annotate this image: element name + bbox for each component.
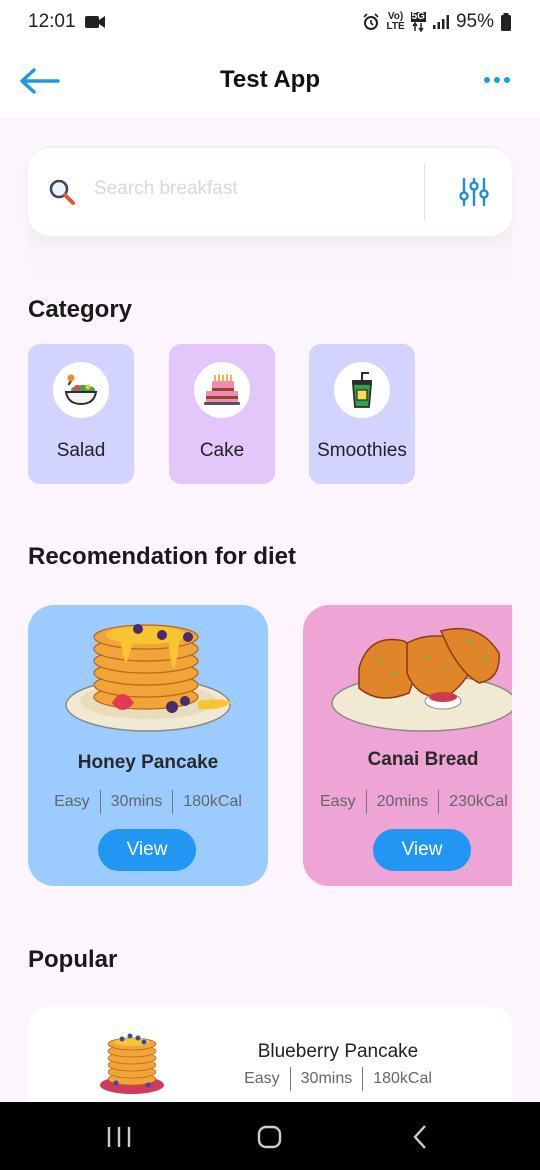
view-button[interactable]: View (373, 829, 471, 871)
status-bar: 12:01 Vo) LTE 5G 95% (0, 0, 540, 44)
calories-label: 180kCal (373, 1070, 432, 1087)
difficulty-label: Easy (320, 793, 356, 810)
popular-item-blueberry-pancake[interactable]: Blueberry Pancake Easy 30mins 180kCal (28, 1007, 512, 1117)
search-input[interactable] (94, 178, 414, 200)
search-bar (28, 148, 512, 236)
blueberry-pancake-image (100, 1033, 164, 1094)
recent-apps-button[interactable] (104, 1124, 134, 1150)
category-label: Salad (56, 440, 106, 461)
filter-sliders-icon (459, 177, 489, 207)
divider (99, 790, 101, 814)
recent-apps-icon (107, 1127, 131, 1147)
canai-bread-image (331, 627, 512, 732)
popular-item-name: Blueberry Pancake (257, 1041, 419, 1062)
recommendation-section-title: Recomendation for diet (28, 543, 297, 570)
alarm-icon (363, 13, 380, 30)
home-icon (257, 1125, 282, 1149)
recommendation-meta: Easy 20mins 230kCal (303, 790, 512, 814)
honey-pancake-image (65, 624, 232, 732)
popular-item-meta: Easy 30mins 180kCal (228, 1067, 448, 1091)
divider (365, 790, 367, 814)
recommendation-name: Honey Pancake (77, 752, 219, 773)
popular-section-title: Popular (28, 946, 118, 973)
app-bar: Test App (0, 44, 540, 118)
divider (362, 1067, 364, 1091)
difficulty-label: Easy (54, 793, 90, 810)
battery-icon (501, 13, 511, 31)
category-smoothies[interactable]: Smoothies (309, 344, 415, 484)
recommendation-card-honey-pancake[interactable]: Honey Pancake Easy 30mins 180kCal View (28, 605, 268, 886)
back-nav-button[interactable] (406, 1124, 436, 1150)
category-salad[interactable]: Salad (28, 344, 134, 484)
divider (289, 1067, 291, 1091)
category-cake[interactable]: Cake (169, 344, 275, 484)
view-button[interactable]: View (98, 829, 196, 871)
volte-indicator: Vo) LTE (386, 11, 405, 32)
cake-icon (194, 362, 250, 418)
salad-icon (53, 362, 109, 418)
chevron-left-icon (413, 1125, 426, 1149)
filter-button[interactable] (458, 176, 490, 208)
category-label: Smoothies (317, 440, 407, 461)
recommendation-name: Canai Bread (367, 749, 479, 770)
smoothie-icon (334, 362, 390, 418)
category-label: Cake (199, 440, 245, 461)
data-arrows-icon (412, 22, 424, 32)
system-navigation-bar (0, 1102, 540, 1170)
divider (438, 790, 440, 814)
more-options-button[interactable] (482, 72, 512, 88)
calories-label: 230kCal (449, 793, 508, 810)
duration-label: 30mins (110, 793, 163, 810)
calories-label: 180kCal (183, 793, 242, 810)
status-time: 12:01 (28, 11, 76, 32)
search-icon (48, 178, 76, 211)
battery-percent: 95% (455, 11, 494, 32)
home-button[interactable] (255, 1124, 285, 1150)
difficulty-label: Easy (244, 1070, 280, 1087)
divider (172, 790, 174, 814)
more-horizontal-icon (484, 77, 510, 83)
video-camera-icon (84, 16, 105, 28)
duration-label: 20mins (376, 793, 429, 810)
recommendation-card-canai-bread[interactable]: Canai Bread Easy 20mins 230kCal View (303, 605, 512, 886)
network-indicator: 5G (410, 12, 426, 32)
page-title: Test App (220, 66, 320, 93)
category-section-title: Category (28, 296, 133, 323)
duration-label: 30mins (300, 1070, 353, 1087)
search-divider (424, 164, 425, 220)
signal-icon (432, 15, 449, 29)
recommendation-meta: Easy 30mins 180kCal (28, 790, 268, 814)
